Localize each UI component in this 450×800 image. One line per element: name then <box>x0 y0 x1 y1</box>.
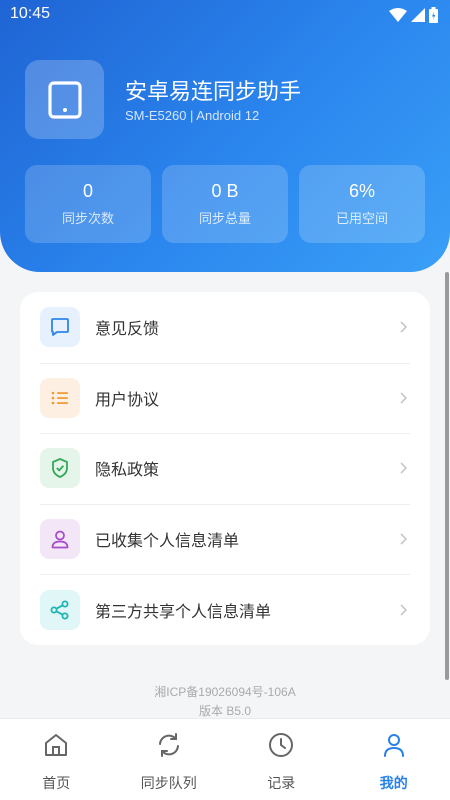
stat-used-space: 6% 已用空间 <box>299 165 425 243</box>
chevron-right-icon <box>400 604 408 616</box>
bottom-nav: 首页 同步队列 记录 我的 <box>0 718 450 800</box>
stat-value: 6% <box>348 181 375 201</box>
nav-item-sync-queue[interactable]: 同步队列 <box>113 719 226 800</box>
app-title: 安卓易连同步助手 <box>125 80 302 105</box>
chevron-right-icon <box>400 533 408 545</box>
feedback-icon <box>40 307 80 348</box>
wifi-icon <box>389 8 407 22</box>
stat-label: 同步次数 <box>61 212 114 227</box>
nav-label: 同步队列 <box>140 776 197 792</box>
shield-check-icon <box>40 448 80 489</box>
nav-label: 首页 <box>42 776 71 792</box>
clock-icon <box>269 733 294 757</box>
chevron-right-icon <box>400 321 408 333</box>
tablet-icon <box>47 80 82 119</box>
stat-label: 同步总量 <box>198 212 251 227</box>
menu-item-label: 已收集个人信息清单 <box>95 531 240 551</box>
chevron-right-icon <box>400 392 408 404</box>
list-icon <box>40 377 80 418</box>
share-icon <box>40 589 80 630</box>
signal-icon <box>411 8 425 22</box>
chevron-right-icon <box>400 462 408 475</box>
menu-item-privacy-policy[interactable]: 隐私政策 <box>20 433 430 504</box>
profile-header: 10:45 安卓易连同步助手 SM-E5260 | Android 12 0 同… <box>0 0 450 272</box>
menu-item-third-party-sharing[interactable]: 第三方共享个人信息清单 <box>20 574 430 645</box>
status-time: 10:45 <box>10 5 51 22</box>
battery-icon <box>429 7 438 23</box>
nav-item-home[interactable]: 首页 <box>0 719 113 800</box>
menu-item-feedback[interactable]: 意见反馈 <box>20 292 430 363</box>
home-icon <box>45 734 68 756</box>
nav-item-mine[interactable]: 我的 <box>338 719 450 800</box>
nav-label: 我的 <box>379 776 408 792</box>
menu-item-label: 用户协议 <box>95 389 160 409</box>
nav-label: 记录 <box>267 776 296 792</box>
nav-item-records[interactable]: 记录 <box>225 719 338 800</box>
stat-value: 0 B <box>211 181 239 201</box>
app-version: 版本 B5.0 <box>198 704 252 718</box>
menu-item-label: 隐私政策 <box>95 460 160 480</box>
menu-item-user-agreement[interactable]: 用户协议 <box>20 362 430 434</box>
user-icon <box>40 519 80 560</box>
settings-menu: 意见反馈 用户协议 隐私政策 已收集个人信息清单 第三方共享个人信息清单 <box>20 292 430 645</box>
sync-icon <box>158 733 179 757</box>
stat-sync-count: 0 同步次数 <box>25 165 151 243</box>
menu-item-label: 第三方共享个人信息清单 <box>95 601 272 621</box>
stat-label: 已用空间 <box>335 212 388 227</box>
stat-value: 0 <box>82 181 93 201</box>
menu-item-collected-info[interactable]: 已收集个人信息清单 <box>20 503 430 575</box>
stat-sync-total: 0 B 同步总量 <box>162 165 288 243</box>
device-model: SM-E5260 | Android 12 <box>125 108 260 123</box>
menu-item-label: 意见反馈 <box>95 319 160 339</box>
person-icon <box>383 734 404 757</box>
status-bar: 10:45 <box>0 0 450 32</box>
status-icons <box>389 7 438 23</box>
icp-license: 湘ICP备19026094号-106A <box>154 685 296 699</box>
device-avatar <box>25 60 104 139</box>
scrollbar[interactable] <box>445 272 449 680</box>
